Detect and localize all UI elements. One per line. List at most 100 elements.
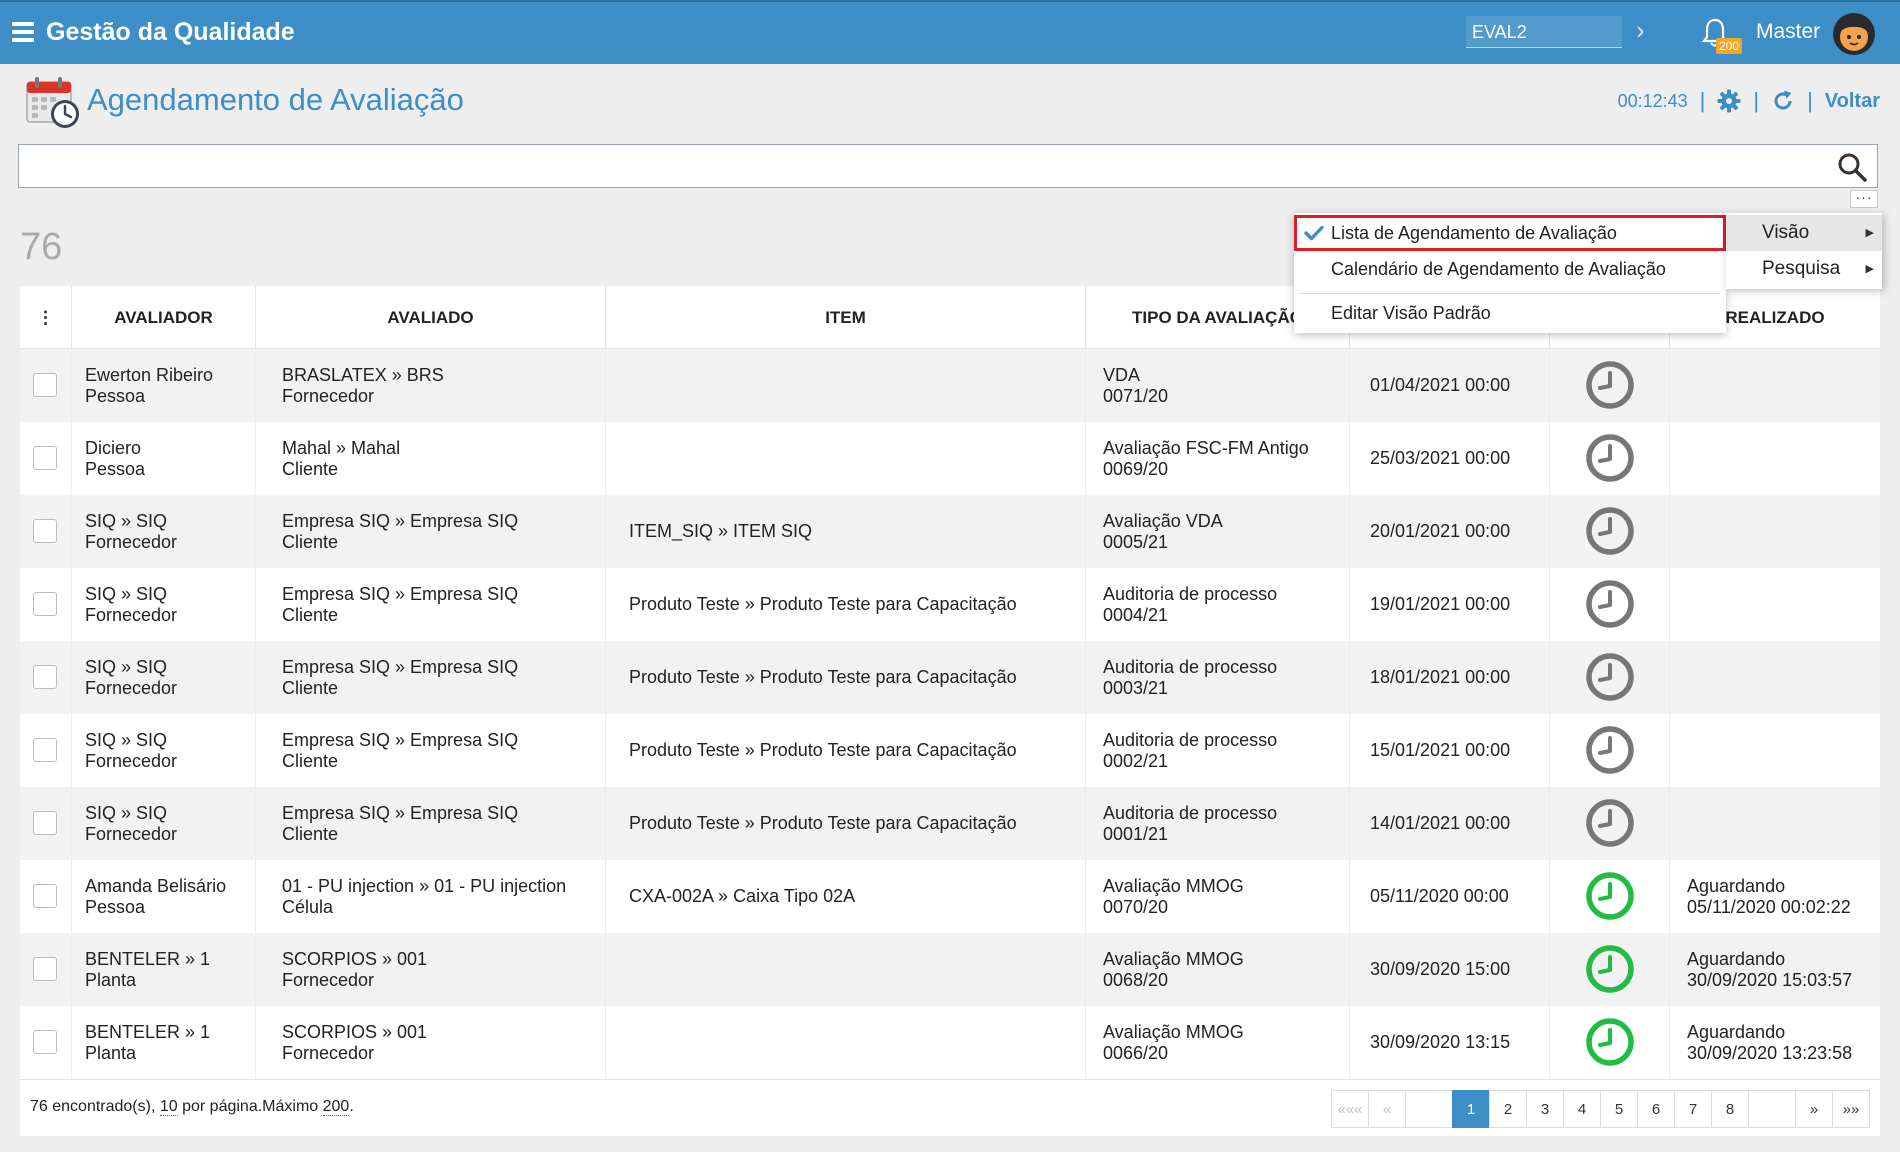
page-button[interactable] — [1405, 1090, 1453, 1128]
tipo-line: 0066/20 — [1103, 1042, 1169, 1063]
tipo-cell: Auditoria de processo 0003/21 — [1086, 641, 1350, 714]
gear-icon[interactable] — [1717, 89, 1741, 113]
clock-icon[interactable] — [1585, 652, 1635, 702]
column-header[interactable]: AVALIADOR — [72, 286, 256, 348]
clock-icon[interactable] — [1585, 579, 1635, 629]
item-text: Produto Teste » Produto Teste para Capac… — [629, 667, 1017, 687]
menu-category-pesquisa[interactable]: Pesquisa ▶ — [1726, 251, 1882, 287]
table-row[interactable]: SIQ » SIQ Fornecedor Empresa SIQ » Empresa… — [20, 714, 1880, 787]
page-button[interactable]: ««« — [1331, 1090, 1369, 1128]
user-name[interactable]: Master — [1756, 20, 1820, 44]
table-row[interactable]: BENTELER » 1 Planta SCORPIOS » 001 Forneced… — [20, 933, 1880, 1006]
search-icon[interactable] — [1837, 152, 1867, 182]
avaliado-cell: Empresa SIQ » Empresa SIQ Cliente — [256, 568, 606, 641]
tipo-cell: Auditoria de processo 0001/21 — [1086, 787, 1350, 860]
refresh-icon[interactable] — [1771, 89, 1795, 113]
menu-item-label: Calendário de Agendamento de Avaliação — [1331, 259, 1666, 279]
column-menu-icon[interactable]: ⋮ — [20, 286, 72, 348]
calendar-clock-icon — [26, 77, 79, 128]
row-checkbox[interactable] — [33, 1030, 57, 1054]
tipo-line: VDA — [1103, 364, 1141, 385]
avaliador-line: Pessoa — [85, 385, 146, 406]
clock-icon[interactable] — [1585, 798, 1635, 848]
select-cell — [20, 349, 72, 422]
row-checkbox[interactable] — [33, 884, 57, 908]
page-button[interactable]: 7 — [1674, 1090, 1712, 1128]
clock-icon[interactable] — [1585, 360, 1635, 410]
realizado-line: Aguardando — [1687, 948, 1786, 969]
table-row[interactable]: SIQ » SIQ Fornecedor Empresa SIQ » Empresa… — [20, 568, 1880, 641]
row-checkbox[interactable] — [33, 446, 57, 470]
menu-item-lista[interactable]: Lista de Agendamento de Avaliação — [1294, 215, 1726, 251]
row-checkbox[interactable] — [33, 957, 57, 981]
tipo-line: Avaliação MMOG — [1103, 1021, 1244, 1042]
row-checkbox[interactable] — [33, 373, 57, 397]
realizado-cell: Aguardando 30/09/2020 15:03:57 — [1670, 933, 1880, 1006]
table-row[interactable]: SIQ » SIQ Fornecedor Empresa SIQ » Empresa… — [20, 641, 1880, 714]
menu-item-label: Editar Visão Padrão — [1331, 303, 1491, 323]
back-button[interactable]: Voltar — [1825, 90, 1880, 113]
avaliado-cell: Empresa SIQ » Empresa SIQ Cliente — [256, 787, 606, 860]
avatar[interactable] — [1832, 12, 1876, 56]
more-icon[interactable]: ··· — [1850, 190, 1878, 208]
realizado-line: Aguardando — [1687, 1021, 1786, 1042]
menu-category-visao[interactable]: Visão ▶ — [1726, 215, 1882, 251]
column-header[interactable]: AVALIADO — [256, 286, 606, 348]
page-button[interactable]: 6 — [1637, 1090, 1675, 1128]
page-button[interactable]: « — [1368, 1090, 1406, 1128]
avaliador-cell: Ewerton Ribeiro Pessoa — [72, 349, 256, 422]
clock-icon[interactable] — [1585, 944, 1635, 994]
row-checkbox[interactable] — [33, 519, 57, 543]
column-header[interactable]: ITEM — [606, 286, 1086, 348]
data-text: 14/01/2021 00:00 — [1370, 813, 1511, 833]
divider: | — [1699, 88, 1706, 113]
page-button[interactable]: »» — [1832, 1090, 1870, 1128]
table-row[interactable]: SIQ » SIQ Fornecedor Empresa SIQ » Empresa… — [20, 787, 1880, 860]
top-bar: Gestão da Qualidade EVAL2 › 200 Master — [0, 0, 1900, 64]
table-row[interactable]: Amanda Belisário Pessoa 01 - PU injection … — [20, 860, 1880, 933]
page-button[interactable]: 1 — [1452, 1090, 1490, 1128]
avaliador-cell: SIQ » SIQ Fornecedor — [72, 495, 256, 568]
page-button[interactable]: 5 — [1600, 1090, 1638, 1128]
page-button[interactable]: » — [1795, 1090, 1833, 1128]
table-footer: 76 encontrado(s), 10 por página.Máximo 2… — [20, 1079, 1880, 1136]
environment-select[interactable]: EVAL2 — [1466, 16, 1622, 48]
menu-item-editar-visao[interactable]: Editar Visão Padrão — [1294, 295, 1726, 331]
table-row[interactable]: BENTELER » 1 Planta SCORPIOS » 001 Forneced… — [20, 1006, 1880, 1079]
clock-icon[interactable] — [1585, 871, 1635, 921]
row-checkbox[interactable] — [33, 665, 57, 689]
tipo-line: 0002/21 — [1103, 750, 1169, 771]
clock-icon[interactable] — [1585, 506, 1635, 556]
avaliador-line: Fornecedor — [85, 604, 178, 625]
tipo-line: Auditoria de processo — [1103, 656, 1278, 677]
tipo-line: 0003/21 — [1103, 677, 1169, 698]
menu-item-calendario[interactable]: Calendário de Agendamento de Avaliação — [1294, 251, 1726, 287]
max-results[interactable]: 200 — [322, 1098, 350, 1116]
tipo-line: Auditoria de processo — [1103, 802, 1278, 823]
status-cell — [1550, 860, 1670, 933]
table-row[interactable]: SIQ » SIQ Fornecedor Empresa SIQ » Empresa… — [20, 495, 1880, 568]
tipo-line: 0069/20 — [1103, 458, 1169, 479]
table-row[interactable]: Ewerton Ribeiro Pessoa BRASLATEX » BRS Forn… — [20, 349, 1880, 422]
page-button[interactable]: 8 — [1711, 1090, 1749, 1128]
avaliado-line: Empresa SIQ » Empresa SIQ — [282, 510, 519, 531]
page-button[interactable] — [1748, 1090, 1796, 1128]
page-button[interactable]: 2 — [1489, 1090, 1527, 1128]
page-size-select[interactable]: 10 — [159, 1098, 178, 1116]
item-text: ITEM_SIQ » ITEM SIQ — [629, 521, 813, 541]
select-cell — [20, 495, 72, 568]
clock-icon[interactable] — [1585, 433, 1635, 483]
clock-icon[interactable] — [1585, 1017, 1635, 1067]
status-cell — [1550, 422, 1670, 495]
page-button[interactable]: 4 — [1563, 1090, 1601, 1128]
avaliador-line: Fornecedor — [85, 531, 178, 552]
table-row[interactable]: Diciero Pessoa Mahal » Mahal Cliente Avaliaç… — [20, 422, 1880, 495]
search-input[interactable] — [19, 145, 1819, 187]
page-button[interactable]: 3 — [1526, 1090, 1564, 1128]
row-checkbox[interactable] — [33, 811, 57, 835]
row-checkbox[interactable] — [33, 592, 57, 616]
menu-icon[interactable] — [12, 22, 36, 42]
chevron-right-icon[interactable]: › — [1636, 14, 1645, 46]
row-checkbox[interactable] — [33, 738, 57, 762]
clock-icon[interactable] — [1585, 725, 1635, 775]
